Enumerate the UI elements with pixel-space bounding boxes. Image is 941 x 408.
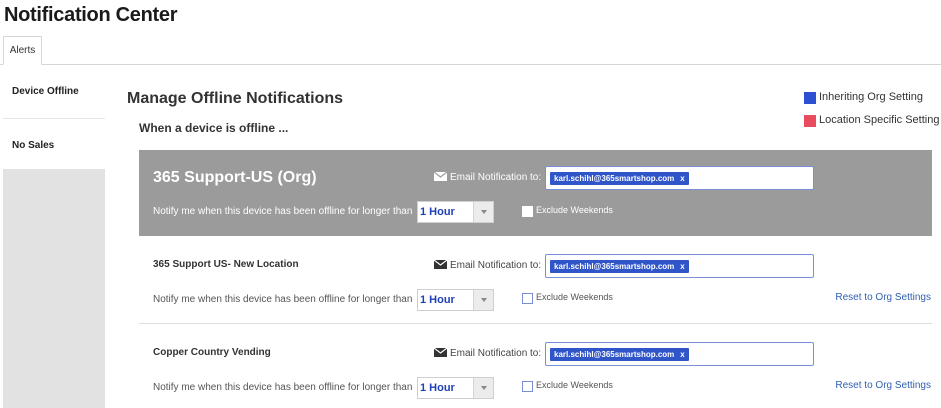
reset-to-org-settings-link[interactable]: Reset to Org Settings (835, 380, 931, 391)
exclude-weekends-label: Exclude Weekends (536, 292, 613, 302)
email-chip-address: karl.schihl@365smartshop.com (554, 350, 675, 359)
tab-bar: Alerts (0, 36, 941, 65)
section-subtitle: When a device is offline ... (139, 121, 289, 135)
page-title: Notification Center (4, 4, 178, 26)
email-chip-address: karl.schihl@365smartshop.com (554, 174, 675, 183)
offline-duration-label: Notify me when this device has been offl… (153, 206, 413, 217)
email-notification-label: Email Notification to: (450, 260, 542, 271)
offline-duration-select[interactable]: 1 Hour (417, 377, 494, 399)
offline-duration-value: 1 Hour (420, 294, 455, 306)
sidebar-item-no-sales[interactable]: No Sales (3, 118, 105, 169)
location-name: Copper Country Vending (153, 347, 271, 358)
offline-duration-select[interactable]: 1 Hour (417, 289, 494, 311)
sidebar-item-device-offline[interactable]: Device Offline (3, 66, 105, 118)
sidebar: Device Offline No Sales (3, 66, 105, 408)
location-name: 365 Support US- New Location (153, 259, 299, 270)
exclude-weekends-label: Exclude Weekends (536, 380, 613, 390)
email-notification-label: Email Notification to: (450, 172, 542, 183)
exclude-weekends-checkbox[interactable] (522, 206, 533, 217)
location-name: 365 Support-US (Org) (153, 169, 317, 186)
chevron-down-icon[interactable] (473, 378, 493, 398)
legend-swatch-blue (804, 92, 816, 104)
offline-duration-label: Notify me when this device has been offl… (153, 294, 413, 305)
email-chip[interactable]: karl.schihl@365smartshop.com x (550, 260, 689, 273)
exclude-weekends-checkbox[interactable] (522, 293, 533, 304)
location-row: 365 Support US- New Location Email Notif… (139, 238, 932, 324)
legend-label: Inheriting Org Setting (819, 91, 923, 103)
envelope-icon (434, 172, 447, 181)
exclude-weekends-checkbox[interactable] (522, 381, 533, 392)
section-title: Manage Offline Notifications (127, 90, 344, 107)
legend-label: Location Specific Setting (819, 114, 940, 126)
chip-remove-icon[interactable]: x (680, 174, 684, 183)
envelope-icon (434, 348, 447, 357)
legend-swatch-red (804, 115, 816, 127)
offline-duration-label: Notify me when this device has been offl… (153, 382, 413, 393)
envelope-icon (434, 260, 447, 269)
chevron-down-icon[interactable] (473, 202, 493, 222)
location-row-org: 365 Support-US (Org) Email Notification … (139, 150, 932, 236)
offline-duration-value: 1 Hour (420, 206, 455, 218)
chip-remove-icon[interactable]: x (680, 350, 684, 359)
email-notification-label: Email Notification to: (450, 348, 542, 359)
email-recipients-input[interactable]: karl.schihl@365smartshop.com x (545, 342, 814, 366)
exclude-weekends-label: Exclude Weekends (536, 205, 613, 215)
email-chip[interactable]: karl.schihl@365smartshop.com x (550, 348, 689, 361)
reset-to-org-settings-link[interactable]: Reset to Org Settings (835, 292, 931, 303)
email-recipients-input[interactable]: karl.schihl@365smartshop.com x (545, 166, 814, 190)
offline-duration-value: 1 Hour (420, 382, 455, 394)
offline-duration-select[interactable]: 1 Hour (417, 201, 494, 223)
location-row: Copper Country Vending Email Notificatio… (139, 326, 932, 408)
email-recipients-input[interactable]: karl.schihl@365smartshop.com x (545, 254, 814, 278)
email-chip-address: karl.schihl@365smartshop.com (554, 262, 675, 271)
email-chip[interactable]: karl.schihl@365smartshop.com x (550, 172, 689, 185)
chip-remove-icon[interactable]: x (680, 262, 684, 271)
chevron-down-icon[interactable] (473, 290, 493, 310)
tab-alerts[interactable]: Alerts (3, 36, 42, 65)
